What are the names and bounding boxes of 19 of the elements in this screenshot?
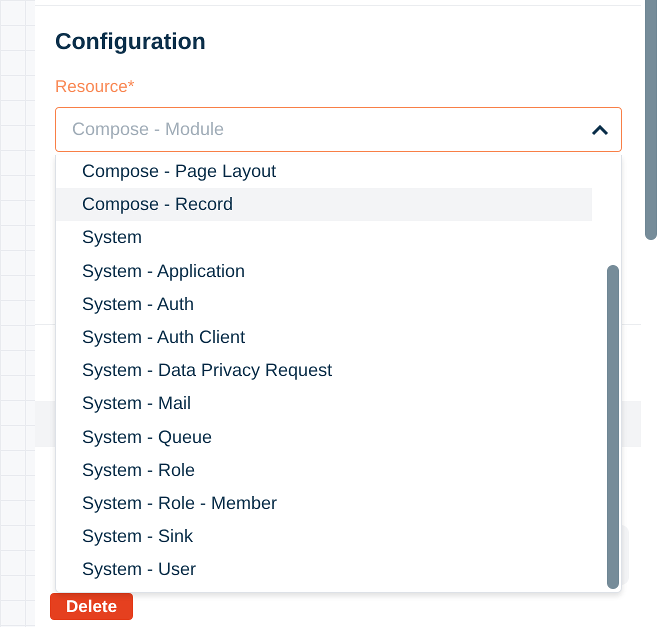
dropdown-option[interactable]: System bbox=[56, 221, 592, 255]
dropdown-option[interactable]: System - User bbox=[56, 553, 592, 586]
dropdown-option[interactable]: Compose - Record bbox=[56, 188, 592, 222]
scrollbar-thumb[interactable] bbox=[607, 265, 619, 589]
dropdown-option[interactable]: System - Data Privacy Request bbox=[56, 354, 592, 388]
delete-button[interactable]: Delete bbox=[50, 593, 134, 620]
dropdown-option[interactable]: System - Sink bbox=[56, 520, 592, 554]
dropdown-option[interactable]: Compose - Page Layout bbox=[56, 155, 592, 188]
chevron-icon bbox=[591, 124, 609, 136]
dropdown-option[interactable]: System - Mail bbox=[56, 387, 592, 420]
dropdown-option[interactable]: System - Role - Member bbox=[56, 486, 592, 520]
section-title: Configuration bbox=[55, 28, 207, 55]
dropdown-option[interactable]: System - Application bbox=[56, 254, 592, 288]
dropdown-option[interactable]: System - Queue bbox=[56, 420, 592, 454]
scrollbar-thumb[interactable] bbox=[645, 0, 657, 240]
dropdown-option[interactable]: System - Role bbox=[56, 454, 592, 487]
dropdown-option[interactable]: System - Auth bbox=[56, 288, 592, 321]
field-label: Resource* bbox=[55, 77, 136, 97]
dropdown-option[interactable]: System - Auth Client bbox=[56, 320, 592, 354]
